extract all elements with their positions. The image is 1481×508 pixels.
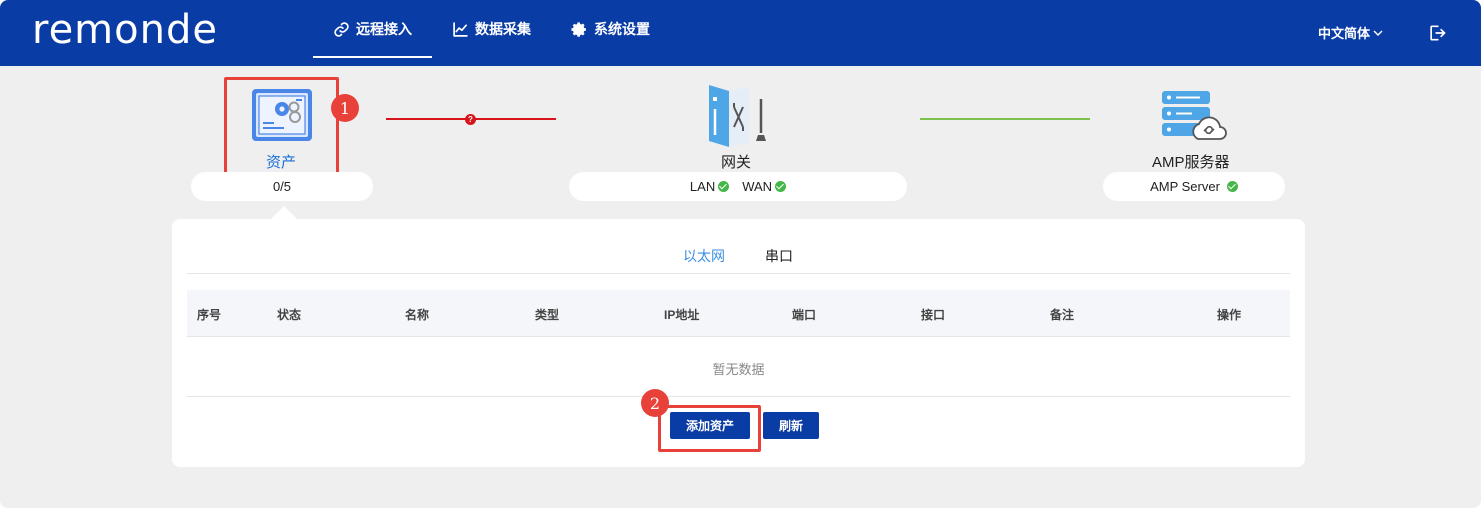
asset-label: 资产: [266, 154, 297, 171]
server-cloud-icon[interactable]: [1160, 89, 1230, 141]
server-label: AMP服务器: [1152, 154, 1230, 171]
col-status: 状态: [277, 308, 302, 322]
col-type: 类型: [535, 308, 560, 322]
server-status-pill: AMP Server: [1103, 172, 1285, 201]
server-ok-icon: [1226, 181, 1238, 192]
col-actions: 操作: [1217, 308, 1242, 322]
main-nav: 远程接入 数据采集 系统设置: [313, 0, 670, 66]
asset-count: 0/5: [272, 179, 292, 194]
tab-serial[interactable]: 串口: [765, 246, 793, 266]
chart-icon: [453, 21, 468, 37]
lan-label: LAN: [689, 179, 716, 194]
empty-table-row: 暂无数据: [187, 337, 1290, 397]
logout-icon[interactable]: [1427, 23, 1447, 43]
top-header: remonde 远程接入 数据采集 系统设置 中文简体: [0, 0, 1481, 66]
col-name: 名称: [405, 308, 430, 322]
nav-data-collection[interactable]: 数据采集: [432, 0, 551, 58]
col-port: 端口: [792, 308, 817, 322]
col-index: 序号: [197, 308, 222, 322]
link-icon: [334, 21, 349, 37]
language-label: 中文简体: [1318, 26, 1371, 41]
gear-icon: [571, 21, 586, 37]
wan-ok-icon: [775, 181, 787, 192]
nav-system-settings-label: 系统设置: [594, 21, 650, 37]
col-ip: IP地址: [664, 308, 700, 322]
gateway-icon[interactable]: [707, 83, 771, 149]
gateway-server-link: [920, 118, 1090, 120]
nav-remote-access[interactable]: 远程接入: [313, 0, 432, 58]
nav-remote-access-label: 远程接入: [356, 21, 412, 37]
lan-ok-icon: [718, 181, 730, 192]
nav-system-settings[interactable]: 系统设置: [551, 0, 670, 58]
app-window: remonde 远程接入 数据采集 系统设置 中文简体 资产 1 0/5 ? 网…: [0, 0, 1481, 508]
chevron-down-icon: [1373, 30, 1383, 36]
asset-icon[interactable]: [250, 87, 314, 143]
link-error-icon[interactable]: ?: [465, 114, 476, 125]
step-marker-1: 1: [331, 94, 359, 122]
step-marker-2: 2: [641, 389, 669, 417]
gateway-label: 网关: [721, 154, 752, 171]
language-selector[interactable]: 中文简体: [1318, 23, 1383, 42]
asset-status-pill: 0/5: [191, 172, 373, 201]
panel-pointer: [270, 206, 298, 220]
empty-text: 暂无数据: [712, 362, 765, 377]
remonde-logo: remonde: [32, 7, 218, 53]
col-interface: 接口: [921, 308, 946, 322]
panel-tabs: 以太网 串口: [187, 241, 1290, 274]
tab-ethernet[interactable]: 以太网: [683, 246, 725, 266]
add-asset-button[interactable]: 添加资产: [670, 412, 750, 439]
wan-label: WAN: [742, 179, 773, 194]
server-status-label: AMP Server: [1150, 179, 1220, 194]
table-header: 序号 状态 名称 类型 IP地址 端口 接口 备注 操作: [187, 290, 1290, 337]
col-remark: 备注: [1050, 308, 1075, 322]
gateway-status-pill: LAN WAN: [569, 172, 907, 201]
nav-data-collection-label: 数据采集: [475, 21, 531, 37]
refresh-button[interactable]: 刷新: [763, 412, 819, 439]
